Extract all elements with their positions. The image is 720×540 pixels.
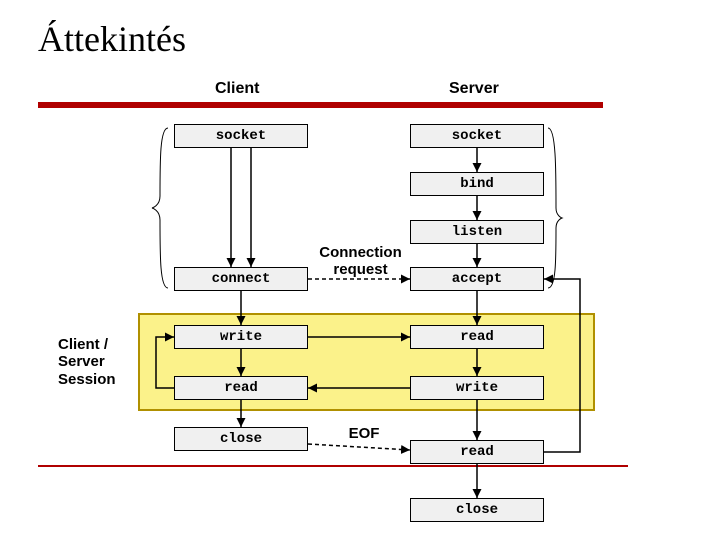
client-close-box: close bbox=[174, 427, 308, 451]
server-listen-box: listen bbox=[410, 220, 544, 244]
server-close-box: close bbox=[410, 498, 544, 522]
server-socket-box: socket bbox=[410, 124, 544, 148]
connreq-line1: Connection bbox=[319, 244, 402, 261]
client-socket-box: socket bbox=[174, 124, 308, 148]
session-l2: Server bbox=[58, 353, 105, 370]
client-connect-box: connect bbox=[174, 267, 308, 291]
connection-request-label: Connection request bbox=[313, 245, 408, 278]
title-underline bbox=[38, 102, 603, 108]
server-read-box: read bbox=[410, 325, 544, 349]
client-header: Client bbox=[215, 80, 259, 98]
server-bind-box: bind bbox=[410, 172, 544, 196]
server-header: Server bbox=[449, 80, 499, 98]
server-accept-box: accept bbox=[410, 267, 544, 291]
slide: Áttekintés Client Server socket connect … bbox=[0, 0, 720, 540]
eof-label: EOF bbox=[344, 426, 384, 443]
server-write-box: write bbox=[410, 376, 544, 400]
session-l3: Session bbox=[58, 371, 116, 388]
page-title: Áttekintés bbox=[38, 18, 186, 60]
session-l1: Client / bbox=[58, 336, 108, 353]
client-read-box: read bbox=[174, 376, 308, 400]
bottom-line bbox=[38, 465, 628, 467]
connreq-line2: request bbox=[333, 261, 387, 278]
server-read2-box: read bbox=[410, 440, 544, 464]
session-label: Client / Server Session bbox=[58, 336, 116, 388]
client-write-box: write bbox=[174, 325, 308, 349]
